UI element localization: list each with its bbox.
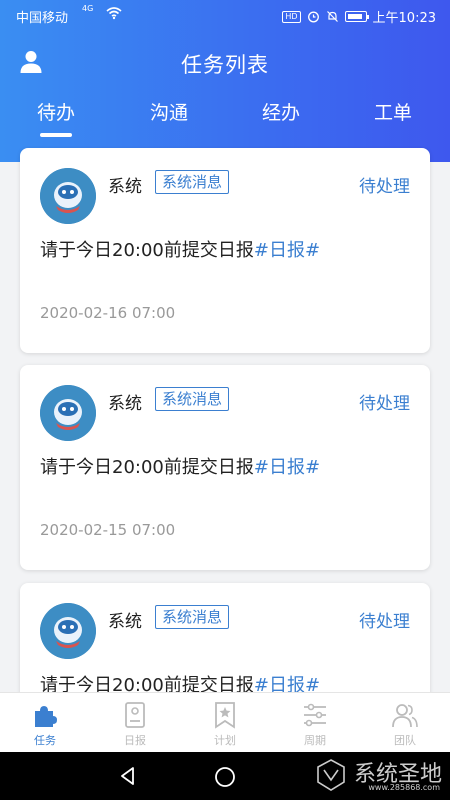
- report-icon: [125, 702, 145, 728]
- task-status[interactable]: 待处理: [359, 389, 410, 414]
- hd-badge: HD: [282, 10, 301, 23]
- task-message: 请于今日20:00前提交日报#日报#: [40, 236, 320, 262]
- nav-tasks[interactable]: 任务: [0, 693, 90, 753]
- task-card[interactable]: 系统 系统消息 待处理 请于今日20:00前提交日报#日报# 2020-02-1…: [20, 148, 430, 353]
- tab-handled[interactable]: 经办: [241, 98, 321, 125]
- bookmark-star-icon: [215, 702, 235, 729]
- task-status[interactable]: 待处理: [359, 607, 410, 632]
- nav-team[interactable]: 团队: [360, 693, 450, 753]
- nav-label: 任务: [34, 734, 56, 747]
- tab-communication[interactable]: 沟通: [129, 98, 209, 125]
- task-status[interactable]: 待处理: [359, 172, 410, 197]
- hashtag-link[interactable]: #日报#: [254, 675, 320, 692]
- task-message: 请于今日20:00前提交日报#日报#: [40, 453, 320, 479]
- sender-name: 系统: [108, 612, 142, 632]
- sliders-icon: [304, 703, 326, 727]
- network-type: 4G: [82, 4, 94, 13]
- tab-todo[interactable]: 待办: [16, 98, 96, 137]
- tab-work-order[interactable]: 工单: [353, 98, 433, 125]
- message-type-tag: 系统消息: [155, 387, 230, 411]
- task-list: 系统 系统消息 待处理 请于今日20:00前提交日报#日报# 2020-02-1…: [0, 146, 450, 692]
- hashtag-link[interactable]: #日报#: [254, 240, 320, 261]
- clock: 上午10:23: [372, 11, 436, 26]
- tab-bar: 待办 沟通 经办 工单: [0, 98, 450, 138]
- wifi-icon: [106, 7, 122, 20]
- system-nav-bar: 系统圣地 www.285868.com: [0, 752, 450, 800]
- nav-plan[interactable]: 计划: [180, 693, 270, 753]
- message-text: 请于今日20:00前提交日报: [40, 675, 254, 692]
- back-icon[interactable]: [118, 766, 138, 786]
- robot-avatar-icon: [40, 168, 96, 224]
- message-type-tag: 系统消息: [155, 605, 230, 629]
- header: 中国移动 4G HD 上午10:23 任务列表 待办 沟通 经办 工单: [0, 0, 450, 162]
- nav-daily-report[interactable]: 日报: [90, 693, 180, 753]
- puzzle-icon: [35, 706, 57, 727]
- task-card[interactable]: 系统 系统消息 待处理 请于今日20:00前提交日报#日报# 2020-02-1…: [20, 365, 430, 570]
- message-text: 请于今日20:00前提交日报: [40, 240, 254, 261]
- status-bar: 中国移动 4G HD 上午10:23: [0, 0, 450, 30]
- alarm-icon: [307, 11, 319, 23]
- nav-label: 周期: [304, 734, 326, 747]
- carrier-label: 中国移动: [16, 11, 69, 26]
- nav-label: 团队: [394, 734, 416, 747]
- watermark-url: www.285868.com: [368, 783, 440, 792]
- robot-avatar-icon: [40, 385, 96, 441]
- hashtag-link[interactable]: #日报#: [254, 457, 320, 478]
- watermark-logo-icon: [317, 759, 345, 791]
- message-text: 请于今日20:00前提交日报: [40, 457, 254, 478]
- page-title: 任务列表: [181, 53, 269, 77]
- task-date: 2020-02-16 07:00: [40, 304, 176, 322]
- bottom-nav: 任务 日报 计划 周期 团队: [0, 692, 450, 752]
- nav-label: 计划: [214, 734, 236, 747]
- nav-cycle[interactable]: 周期: [270, 693, 360, 753]
- mute-icon: [326, 11, 338, 22]
- message-type-tag: 系统消息: [155, 170, 230, 194]
- task-message: 请于今日20:00前提交日报#日报#: [40, 671, 320, 692]
- home-icon[interactable]: [214, 766, 236, 788]
- battery-icon: [344, 11, 369, 22]
- sender-name: 系统: [108, 177, 142, 197]
- task-date: 2020-02-15 07:00: [40, 521, 176, 539]
- robot-avatar-icon: [40, 603, 96, 659]
- nav-label: 日报: [124, 734, 146, 747]
- task-card[interactable]: 系统 系统消息 待处理 请于今日20:00前提交日报#日报#: [20, 583, 430, 692]
- sender-name: 系统: [108, 394, 142, 414]
- team-icon: [392, 704, 418, 728]
